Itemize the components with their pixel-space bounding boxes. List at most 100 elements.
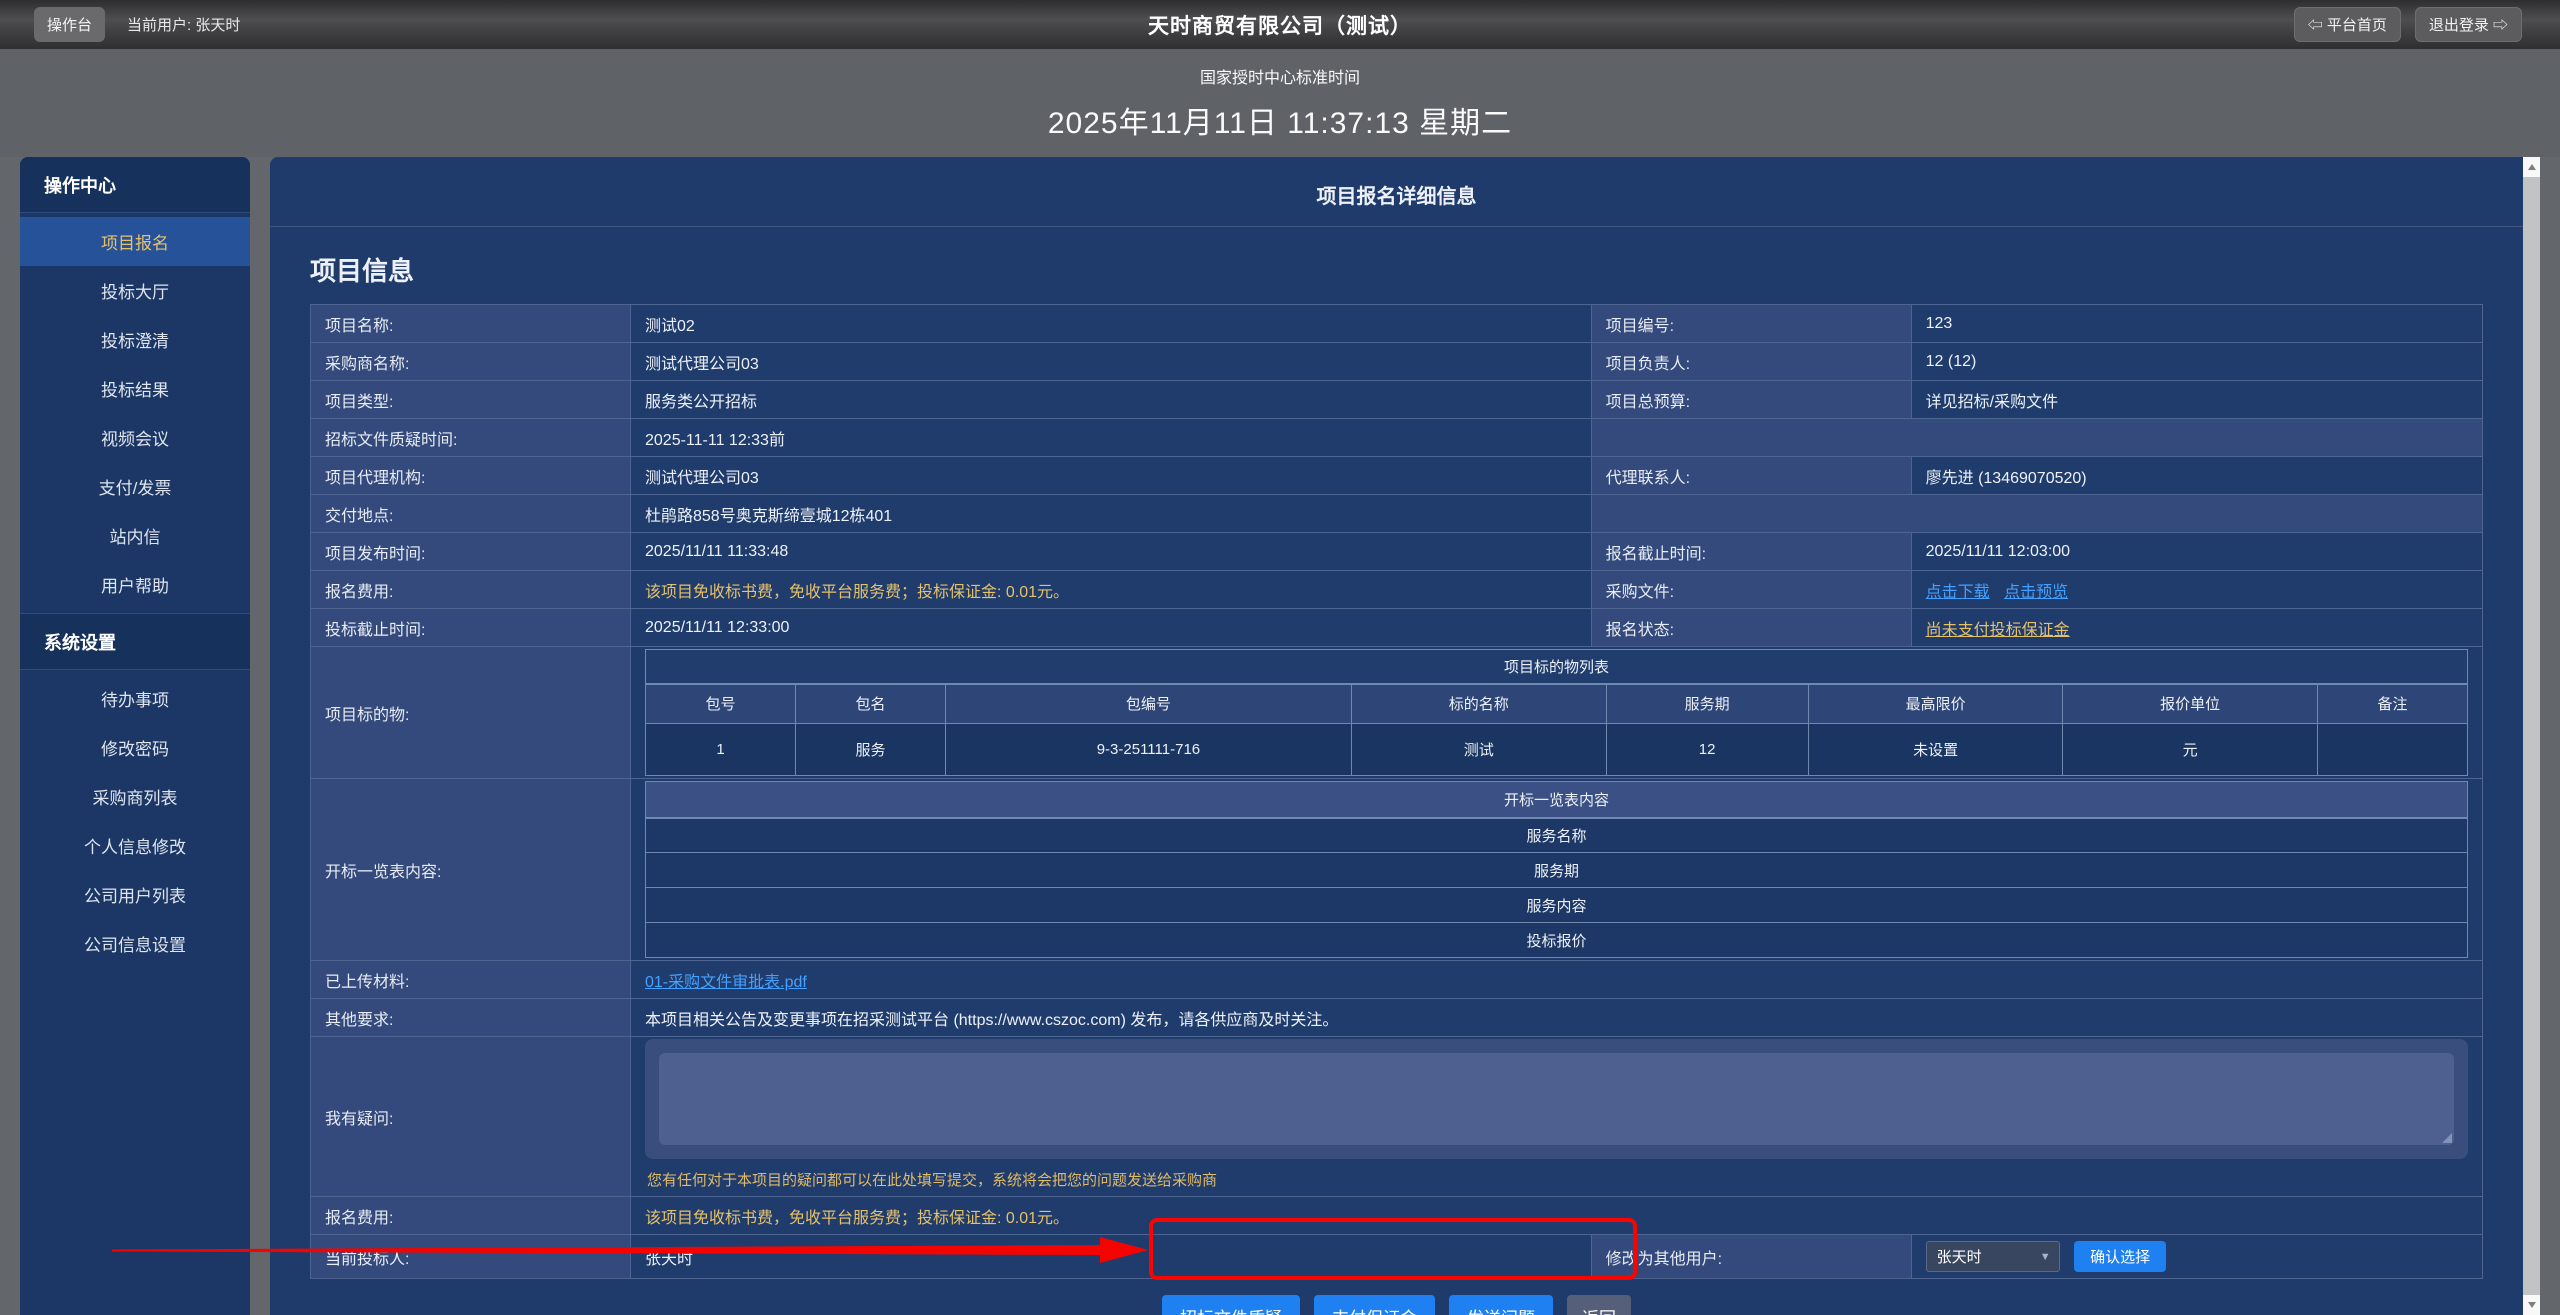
bid-items-data-row: 1 服务 9-3-251111-716 测试 12 未设置 元 — [646, 724, 2468, 776]
question-textarea[interactable] — [659, 1053, 2454, 1145]
table-row: 招标文件质疑时间: 2025-11-11 12:33前 — [311, 419, 2483, 457]
sidebar-item-payment-invoice[interactable]: 支付/发票 — [20, 462, 250, 511]
col-header: 包编号 — [945, 684, 1351, 724]
change-user-cell: 张天时 ▼ 确认选择 — [1911, 1235, 2482, 1279]
sidebar-item-bid-hall[interactable]: 投标大厅 — [20, 266, 250, 315]
bid-items-table: 项目标的物列表 包号 包名 包编号 标的名称 服务期 最高限价 报价单位 备注 — [645, 649, 2468, 776]
other-requirements-value: 本项目相关公告及变更事项在招采测试平台 (https://www.cszoc.c… — [631, 999, 2483, 1037]
field-value: 2025-11-11 12:33前 — [631, 419, 1592, 457]
table-row: 交付地点: 杜鹃路858号奥克斯缔壹城12栋401 — [311, 495, 2483, 533]
cell: 服务名称 — [646, 818, 2468, 853]
triangle-down-icon — [2528, 1302, 2536, 1308]
scrollbar-thumb[interactable] — [2523, 177, 2540, 1295]
section-title: 项目信息 — [310, 251, 2523, 288]
opening-row: 服务期 — [646, 853, 2468, 888]
col-header: 包名 — [795, 684, 945, 724]
field-label: 当前投标人: — [311, 1235, 631, 1279]
confirm-select-button[interactable]: 确认选择 — [2074, 1241, 2166, 1272]
bid-items-cell: 项目标的物列表 包号 包名 包编号 标的名称 服务期 最高限价 报价单位 备注 — [631, 647, 2483, 779]
preview-link[interactable]: 点击预览 — [2004, 584, 2068, 601]
cell — [2317, 724, 2467, 776]
resize-grip-icon[interactable] — [2442, 1133, 2452, 1143]
sidebar-item-todo[interactable]: 待办事项 — [20, 674, 250, 723]
opening-caption: 开标一览表内容 — [646, 782, 2468, 818]
download-link[interactable]: 点击下载 — [1926, 584, 1990, 601]
bid-items-header-row: 包号 包名 包编号 标的名称 服务期 最高限价 报价单位 备注 — [646, 684, 2468, 724]
field-value: 杜鹃路858号奥克斯缔壹城12栋401 — [631, 495, 1592, 533]
table-row: 当前投标人: 张天时 修改为其他用户: 张天时 ▼ 确认选择 — [311, 1235, 2483, 1279]
sidebar-item-video-meeting[interactable]: 视频会议 — [20, 413, 250, 462]
sidebar-item-change-password[interactable]: 修改密码 — [20, 723, 250, 772]
opening-row: 投标报价 — [646, 923, 2468, 958]
field-label: 项目发布时间: — [311, 533, 631, 571]
opening-row: 服务名称 — [646, 818, 2468, 853]
sidebar-section-operations: 操作中心 — [20, 157, 250, 213]
console-button[interactable]: 操作台 — [34, 7, 105, 42]
change-user-select[interactable]: 张天时 ▼ — [1926, 1241, 2060, 1272]
sidebar-item-profile-edit[interactable]: 个人信息修改 — [20, 821, 250, 870]
triangle-up-icon — [2528, 164, 2536, 170]
field-value: 服务类公开招标 — [631, 381, 1592, 419]
field-label: 报名费用: — [311, 571, 631, 609]
time-caption: 国家授时中心标准时间 — [1200, 64, 1360, 88]
question-box — [645, 1039, 2468, 1159]
table-row: 项目发布时间: 2025/11/11 11:33:48 报名截止时间: 2025… — [311, 533, 2483, 571]
col-header: 标的名称 — [1351, 684, 1606, 724]
field-label: 项目负责人: — [1591, 343, 1911, 381]
sidebar-item-user-help[interactable]: 用户帮助 — [20, 560, 250, 609]
cell: 9-3-251111-716 — [945, 724, 1351, 776]
table-row: 已上传材料: 01-采购文件审批表.pdf — [311, 961, 2483, 999]
table-row: 投标截止时间: 2025/11/11 12:33:00 报名状态: 尚未支付投标… — [311, 609, 2483, 647]
field-value: 测试02 — [631, 305, 1592, 343]
opening-row: 服务内容 — [646, 888, 2468, 923]
sidebar-item-site-mail[interactable]: 站内信 — [20, 511, 250, 560]
field-label: 报名状态: — [1591, 609, 1911, 647]
field-label: 项目总预算: — [1591, 381, 1911, 419]
field-value: 测试代理公司03 — [631, 343, 1592, 381]
table-row: 报名费用: 该项目免收标书费，免收平台服务费；投标保证金: 0.01元。 — [311, 1197, 2483, 1235]
scrollbar[interactable] — [2523, 157, 2540, 1315]
table-row: 采购商名称: 测试代理公司03 项目负责人: 12 (12) — [311, 343, 2483, 381]
field-label: 项目代理机构: — [311, 457, 631, 495]
sidebar-item-project-signup[interactable]: 项目报名 — [20, 217, 250, 266]
current-user-label: 当前用户: 张天时 — [127, 14, 240, 35]
signup-status-link[interactable]: 尚未支付投标保证金 — [1926, 622, 2070, 639]
col-header: 最高限价 — [1808, 684, 2063, 724]
table-row: 项目类型: 服务类公开招标 项目总预算: 详见招标/采购文件 — [311, 381, 2483, 419]
cell: 服务 — [795, 724, 945, 776]
sidebar-item-purchaser-list[interactable]: 采购商列表 — [20, 772, 250, 821]
scroll-down-button[interactable] — [2523, 1295, 2540, 1315]
signup-fee-value: 该项目免收标书费，免收平台服务费；投标保证金: 0.01元。 — [631, 571, 1592, 609]
sidebar-item-company-settings[interactable]: 公司信息设置 — [20, 919, 250, 968]
sidebar-item-company-users[interactable]: 公司用户列表 — [20, 870, 250, 919]
bid-items-caption-row: 项目标的物列表 — [646, 650, 2468, 684]
pay-deposit-button[interactable]: 支付保证金 — [1314, 1295, 1435, 1315]
cell: 服务内容 — [646, 888, 2468, 923]
empty-cell — [1591, 419, 2482, 457]
table-row: 开标一览表内容: 开标一览表内容 服务名称 服务期 服务内容 投标报价 — [311, 779, 2483, 961]
sidebar-item-bid-clarification[interactable]: 投标澄清 — [20, 315, 250, 364]
company-title: 天时商贸有限公司（测试） — [0, 10, 2560, 40]
field-label: 其他要求: — [311, 999, 631, 1037]
logout-button[interactable]: 退出登录 ⇨ — [2415, 7, 2522, 42]
sidebar-item-bid-results[interactable]: 投标结果 — [20, 364, 250, 413]
field-label: 项目编号: — [1591, 305, 1911, 343]
field-label: 修改为其他用户: — [1591, 1235, 1911, 1279]
table-row: 项目标的物: 项目标的物列表 包号 包名 包编号 标的名称 服务期 — [311, 647, 2483, 779]
current-bidder-value: 张天时 — [631, 1235, 1592, 1279]
field-label: 报名费用: — [311, 1197, 631, 1235]
cell: 服务期 — [646, 853, 2468, 888]
field-label: 开标一览表内容: — [311, 779, 631, 961]
table-row: 其他要求: 本项目相关公告及变更事项在招采测试平台 (https://www.c… — [311, 999, 2483, 1037]
platform-home-button[interactable]: ⇦ 平台首页 — [2294, 7, 2401, 42]
doc-challenge-button[interactable]: 招标文件质疑 — [1162, 1295, 1300, 1315]
opening-list-table: 开标一览表内容 服务名称 服务期 服务内容 投标报价 — [645, 781, 2468, 958]
send-question-button[interactable]: 发送问题 — [1449, 1295, 1553, 1315]
uploaded-file-link[interactable]: 01-采购文件审批表.pdf — [645, 974, 807, 991]
chevron-down-icon: ▼ — [2040, 1251, 2051, 1263]
empty-cell — [1591, 495, 2482, 533]
standard-time-banner: 国家授时中心标准时间 2025年11月11日 11:37:13 星期二 — [0, 49, 2560, 157]
scroll-up-button[interactable] — [2523, 157, 2540, 177]
field-label: 报名截止时间: — [1591, 533, 1911, 571]
back-button[interactable]: 返回 — [1567, 1295, 1631, 1315]
